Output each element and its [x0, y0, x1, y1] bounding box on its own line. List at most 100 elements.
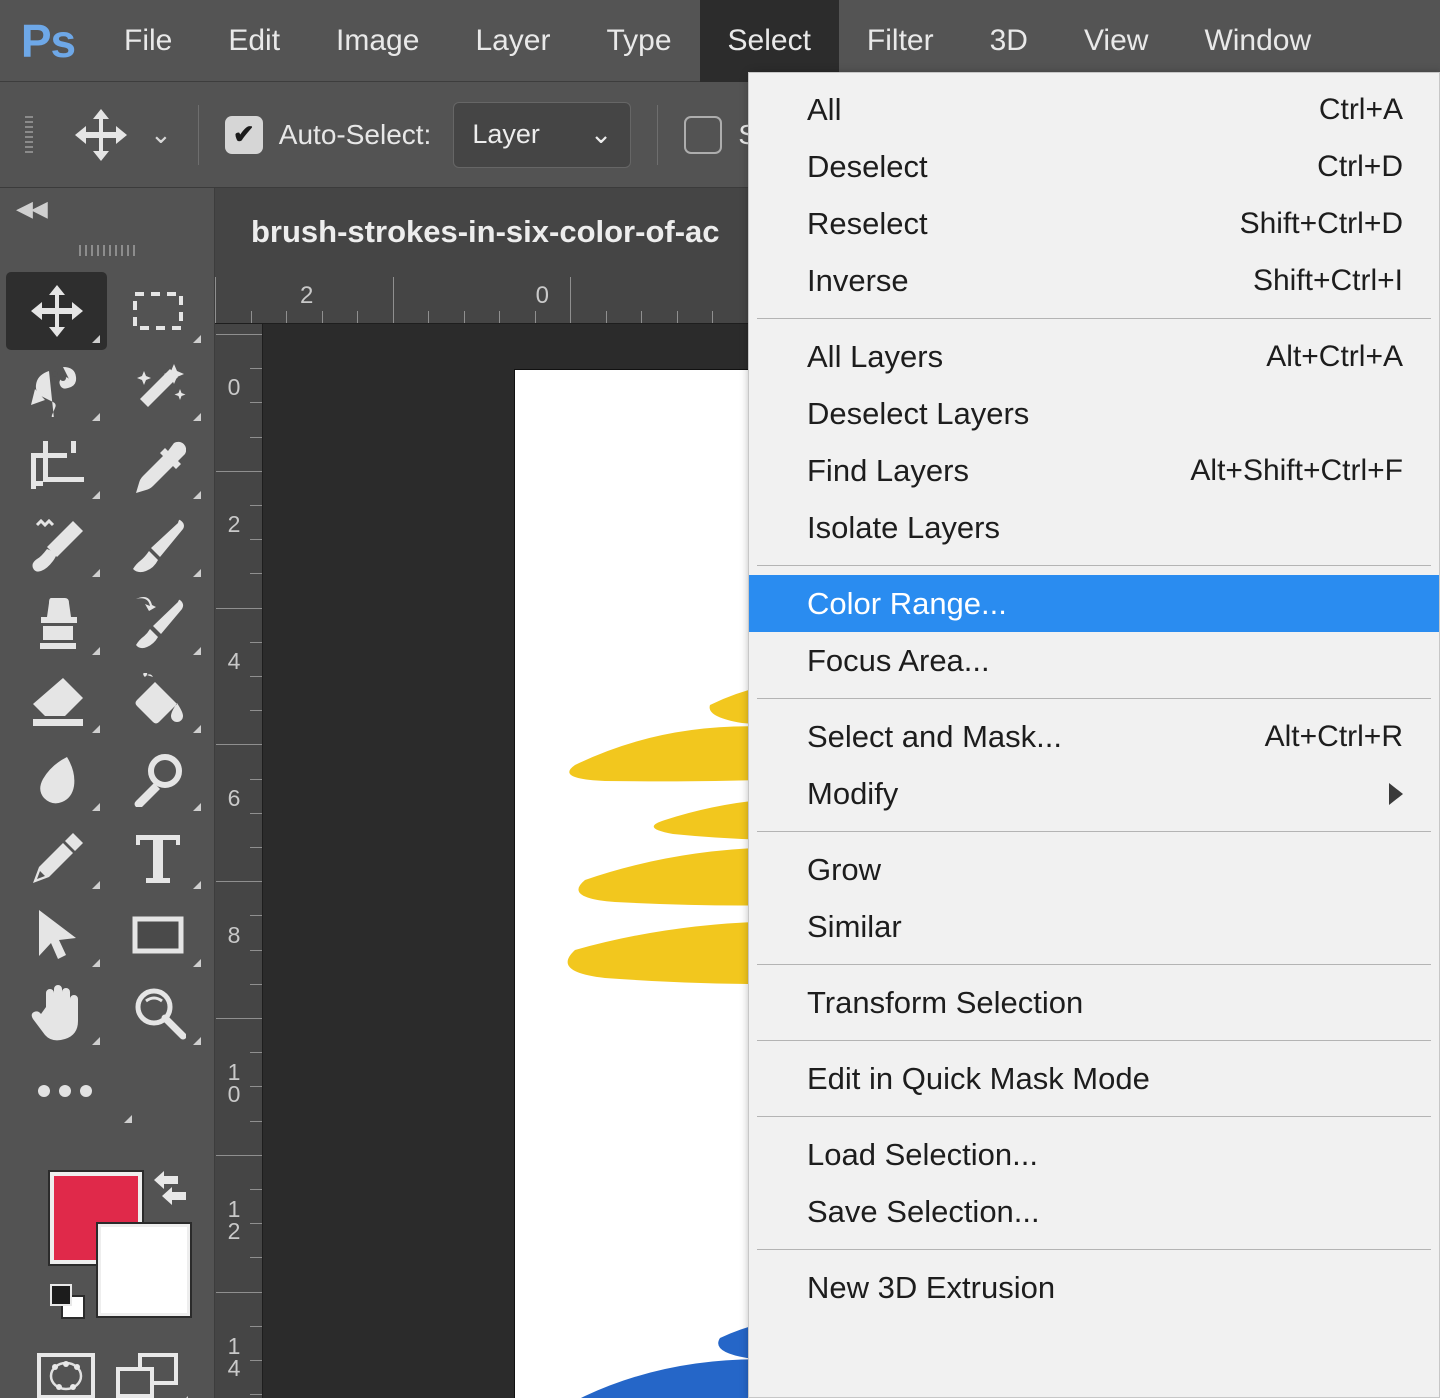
crop-tool[interactable]	[6, 428, 107, 506]
menu-item-label: Reselect	[807, 205, 928, 241]
default-colors-icon[interactable]	[48, 1282, 88, 1327]
collapse-panel-button[interactable]: ◀◀	[0, 188, 214, 230]
ruler-v-tick	[250, 1325, 262, 1327]
menu-file[interactable]: File	[96, 0, 200, 82]
healing-brush-tool-icon	[32, 518, 83, 572]
background-color-swatch[interactable]	[96, 1222, 192, 1318]
ruler-h-tick	[250, 311, 252, 323]
menu-item-label: Modify	[807, 775, 899, 811]
type-tool[interactable]	[107, 818, 208, 896]
pen-tool[interactable]	[6, 818, 107, 896]
screen-mode-icon[interactable]	[115, 1353, 188, 1398]
menu-item-label: All Layers	[807, 338, 944, 374]
paint-bucket-tool[interactable]	[107, 662, 208, 740]
ruler-h-tick	[428, 311, 429, 323]
menu-separator	[757, 1116, 1431, 1117]
auto-select-checkbox[interactable]: ✔	[224, 115, 263, 154]
menu-item-shortcut: Ctrl+A	[1318, 92, 1403, 126]
eyedropper-tool[interactable]	[107, 428, 208, 506]
hand-tool[interactable]	[6, 974, 107, 1052]
clone-stamp-tool-icon	[39, 598, 77, 649]
eraser-tool[interactable]	[6, 662, 107, 740]
menu-separator	[757, 318, 1431, 319]
move-tool-icon[interactable]	[66, 100, 136, 170]
clone-stamp-tool[interactable]	[6, 584, 107, 662]
quick-mask-mode-icon[interactable]	[36, 1353, 95, 1398]
history-brush-tool[interactable]	[107, 584, 208, 662]
menu-item-all[interactable]: All Ctrl+A	[749, 81, 1439, 138]
menu-item-shortcut: Ctrl+D	[1317, 149, 1403, 183]
lasso-tool[interactable]	[6, 350, 107, 428]
ruler-v-tick	[250, 505, 262, 506]
dodge-tool[interactable]	[107, 740, 208, 818]
menu-item-select-and-mask[interactable]: Select and Mask... Alt+Ctrl+R	[749, 708, 1439, 765]
menu-item-new-3d-extrusion[interactable]: New 3D Extrusion	[749, 1259, 1439, 1316]
zoom-tool[interactable]	[107, 974, 208, 1052]
menu-item-focus-area[interactable]: Focus Area...	[749, 632, 1439, 689]
menu-item-isolate-layers[interactable]: Isolate Layers	[749, 499, 1439, 556]
menu-type[interactable]: Type	[578, 0, 699, 82]
document-tab[interactable]: brush-strokes-in-six-color-of-ac	[215, 187, 756, 276]
menu-item-reselect[interactable]: Reselect Shift+Ctrl+D	[749, 195, 1439, 252]
menu-item-shortcut: Shift+Ctrl+I	[1252, 263, 1403, 297]
ruler-v-tick	[250, 573, 262, 575]
menu-item-all-layers[interactable]: All Layers Alt+Ctrl+A	[749, 328, 1439, 385]
swap-colors-icon[interactable]	[148, 1166, 192, 1215]
auto-select-target-dropdown[interactable]: Layer ⌄	[453, 101, 632, 168]
rectangular-marquee-tool[interactable]	[107, 272, 208, 350]
menu-item-shortcut: Shift+Ctrl+D	[1239, 206, 1403, 240]
document-tab-title: brush-strokes-in-six-color-of-ac	[251, 213, 720, 249]
menu-item-label: Deselect Layers	[807, 395, 1030, 431]
menu-item-edit-in-quick-mask-mode[interactable]: Edit in Quick Mask Mode	[749, 1050, 1439, 1107]
magic-wand-tool[interactable]	[107, 350, 208, 428]
rectangle-tool[interactable]	[107, 896, 208, 974]
select-menu-dropdown[interactable]: All Ctrl+A Deselect Ctrl+D Reselect Shift+Ctr…	[748, 72, 1440, 1398]
ruler-v-label: 2	[227, 511, 241, 537]
menu-image[interactable]: Image	[308, 0, 447, 82]
ruler-v-tick	[250, 368, 262, 370]
menu-item-deselect[interactable]: Deselect Ctrl+D	[749, 138, 1439, 195]
ruler-v-tick	[216, 607, 262, 609]
edit-toolbar-ellipsis[interactable]	[6, 1052, 208, 1130]
menu-item-similar[interactable]: Similar	[749, 898, 1439, 955]
ruler-v-tick	[216, 1018, 262, 1019]
ruler-v-tick	[216, 881, 262, 883]
move-tool[interactable]	[6, 272, 107, 350]
menu-window[interactable]: Window	[1176, 0, 1339, 82]
menu-item-color-range[interactable]: Color Range...	[749, 575, 1439, 632]
ruler-h-tick	[321, 311, 323, 323]
options-bar-drag-handle[interactable]	[16, 104, 42, 166]
ruler-v-label: 0	[227, 374, 241, 400]
pen-tool-icon	[32, 833, 83, 883]
path-selection-tool[interactable]	[6, 896, 107, 974]
ruler-v-tick	[216, 1291, 262, 1293]
show-transform-controls-checkbox[interactable]	[684, 115, 723, 154]
menu-3d[interactable]: 3D	[962, 0, 1056, 82]
menu-edit[interactable]: Edit	[200, 0, 308, 82]
menu-separator	[757, 964, 1431, 965]
menu-item-save-selection[interactable]: Save Selection...	[749, 1183, 1439, 1240]
ruler-v-tick	[250, 641, 262, 643]
menu-select[interactable]: Select	[699, 0, 839, 82]
menu-item-grow[interactable]: Grow	[749, 841, 1439, 898]
menu-filter[interactable]: Filter	[839, 0, 962, 82]
toolbar-drag-handle[interactable]	[0, 230, 214, 270]
menu-item-transform-selection[interactable]: Transform Selection	[749, 974, 1439, 1031]
brush-tool[interactable]	[107, 506, 208, 584]
ruler-v-label: 14	[227, 1333, 241, 1381]
menu-layer[interactable]: Layer	[447, 0, 578, 82]
menu-item-load-selection[interactable]: Load Selection...	[749, 1126, 1439, 1183]
healing-brush-tool[interactable]	[6, 506, 107, 584]
ruler-v-tick	[250, 1360, 262, 1361]
tool-preset-chevron-down-icon[interactable]: ⌄	[150, 119, 172, 150]
menu-item-modify[interactable]: Modify	[749, 765, 1439, 822]
menu-item-find-layers[interactable]: Find Layers Alt+Shift+Ctrl+F	[749, 442, 1439, 499]
menu-view[interactable]: View	[1056, 0, 1176, 82]
menu-separator	[757, 831, 1431, 832]
blur-tool[interactable]	[6, 740, 107, 818]
menu-item-label: Save Selection...	[807, 1193, 1040, 1229]
menu-item-inverse[interactable]: Inverse Shift+Ctrl+I	[749, 252, 1439, 309]
menu-item-deselect-layers[interactable]: Deselect Layers	[749, 385, 1439, 442]
lasso-tool-icon	[30, 367, 76, 417]
ruler-v-tick	[250, 1223, 262, 1225]
